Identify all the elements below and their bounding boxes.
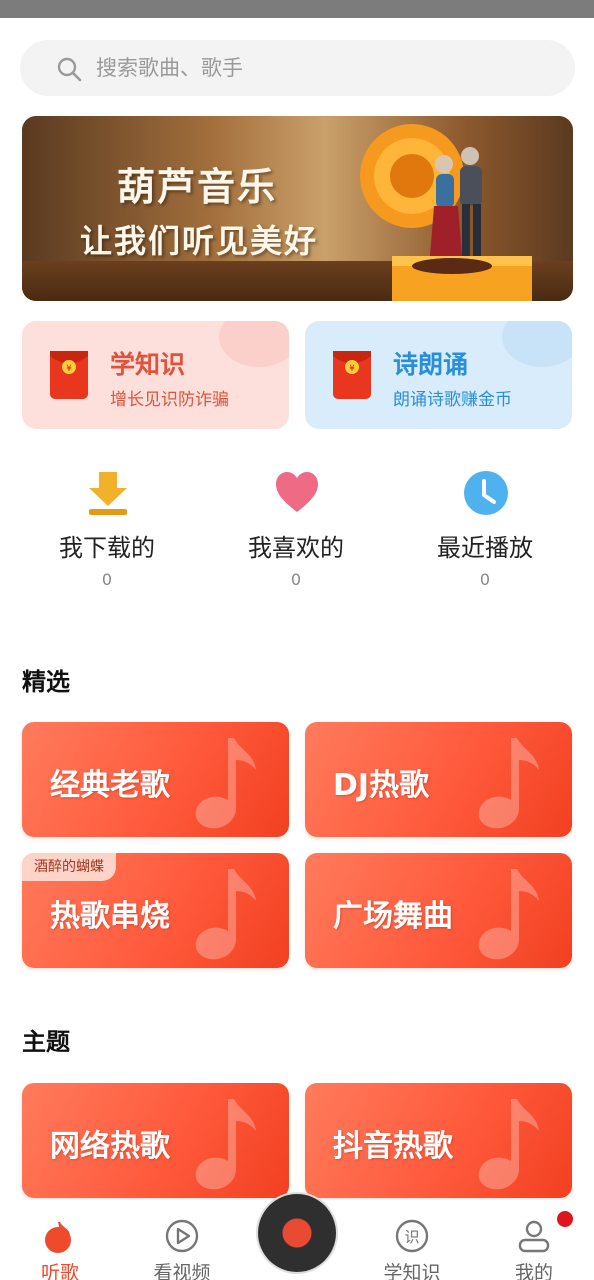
tab-label: 学知识 bbox=[383, 1262, 441, 1280]
heart-icon bbox=[276, 472, 318, 512]
video-play-icon bbox=[165, 1219, 199, 1253]
promo-title: 诗朗诵 bbox=[393, 350, 469, 379]
music-note-icon bbox=[478, 738, 539, 829]
tab-listen[interactable]: 听歌 bbox=[10, 1200, 110, 1280]
music-note-icon bbox=[478, 1099, 539, 1190]
search-bar[interactable] bbox=[20, 40, 575, 96]
tab-label: 听歌 bbox=[40, 1262, 79, 1280]
promo-decoration bbox=[502, 321, 572, 367]
section-title-featured: 精选 bbox=[22, 668, 70, 696]
search-icon bbox=[57, 57, 82, 82]
tab-label: 我的 bbox=[514, 1262, 553, 1280]
quick-label: 最近播放 bbox=[437, 534, 533, 562]
banner-slogan: 让我们听见美好 bbox=[80, 222, 319, 260]
user-icon bbox=[518, 1220, 550, 1253]
now-playing-tag: 酒醉的蝴蝶 bbox=[22, 853, 116, 881]
promo-title: 学知识 bbox=[110, 350, 186, 379]
category-card[interactable]: 网络热歌 bbox=[22, 1083, 289, 1198]
tab-label: 看视频 bbox=[153, 1262, 211, 1280]
red-envelope-icon: ¥ bbox=[333, 351, 371, 399]
tab-knowledge[interactable]: 识 学知识 bbox=[362, 1200, 462, 1280]
search-input[interactable] bbox=[96, 48, 556, 88]
knowledge-icon: 识 bbox=[395, 1219, 429, 1253]
category-label: 广场舞曲 bbox=[333, 899, 453, 934]
category-label: 网络热歌 bbox=[50, 1129, 170, 1164]
music-note-icon bbox=[195, 869, 256, 960]
promo-subtitle: 朗诵诗歌赚金币 bbox=[393, 390, 512, 410]
quick-label: 我喜欢的 bbox=[248, 534, 344, 562]
category-card[interactable]: 广场舞曲 bbox=[305, 853, 572, 968]
music-note-icon bbox=[195, 738, 256, 829]
clock-icon bbox=[464, 471, 508, 515]
quick-downloads[interactable]: 我下载的 0 bbox=[8, 470, 206, 595]
red-envelope-icon: ¥ bbox=[50, 351, 88, 399]
category-card[interactable]: 经典老歌 bbox=[22, 722, 289, 837]
status-bar bbox=[0, 0, 594, 18]
category-label: DJ热歌 bbox=[333, 768, 430, 803]
category-card[interactable]: 抖音热歌 bbox=[305, 1083, 572, 1198]
quick-count: 0 bbox=[290, 570, 302, 589]
promo-banner[interactable]: 葫芦音乐 让我们听见美好 bbox=[22, 116, 573, 301]
banner-dancers-illustration bbox=[360, 124, 532, 301]
promo-card-learn[interactable]: ¥ 学知识 增长见识防诈骗 bbox=[22, 321, 289, 429]
download-icon bbox=[89, 472, 127, 515]
category-label: 热歌串烧 bbox=[50, 899, 170, 934]
notification-dot bbox=[557, 1211, 573, 1227]
quick-label: 我下载的 bbox=[59, 534, 155, 562]
promo-decoration bbox=[219, 321, 289, 367]
music-note-icon bbox=[195, 1099, 256, 1190]
music-note-icon bbox=[478, 869, 539, 960]
quick-count: 0 bbox=[101, 570, 113, 589]
svg-text:识: 识 bbox=[404, 1228, 419, 1246]
music-note-icon bbox=[45, 1222, 71, 1253]
vinyl-disc-icon[interactable] bbox=[258, 1194, 336, 1272]
category-label: 经典老歌 bbox=[50, 768, 170, 803]
svg-text:¥: ¥ bbox=[66, 364, 72, 374]
quick-favorites[interactable]: 我喜欢的 0 bbox=[197, 470, 395, 595]
svg-text:¥: ¥ bbox=[349, 364, 355, 374]
promo-subtitle: 增长见识防诈骗 bbox=[110, 390, 229, 410]
promo-card-recite[interactable]: ¥ 诗朗诵 朗诵诗歌赚金币 bbox=[305, 321, 572, 429]
tab-video[interactable]: 看视频 bbox=[132, 1200, 232, 1280]
section-title-themes: 主题 bbox=[22, 1028, 70, 1056]
category-label: 抖音热歌 bbox=[333, 1129, 453, 1164]
quick-recent[interactable]: 最近播放 0 bbox=[386, 470, 584, 595]
category-card[interactable]: DJ热歌 bbox=[305, 722, 572, 837]
category-card[interactable]: 酒醉的蝴蝶 热歌串烧 bbox=[22, 853, 289, 968]
quick-count: 0 bbox=[479, 570, 491, 589]
banner-title: 葫芦音乐 bbox=[117, 164, 278, 209]
